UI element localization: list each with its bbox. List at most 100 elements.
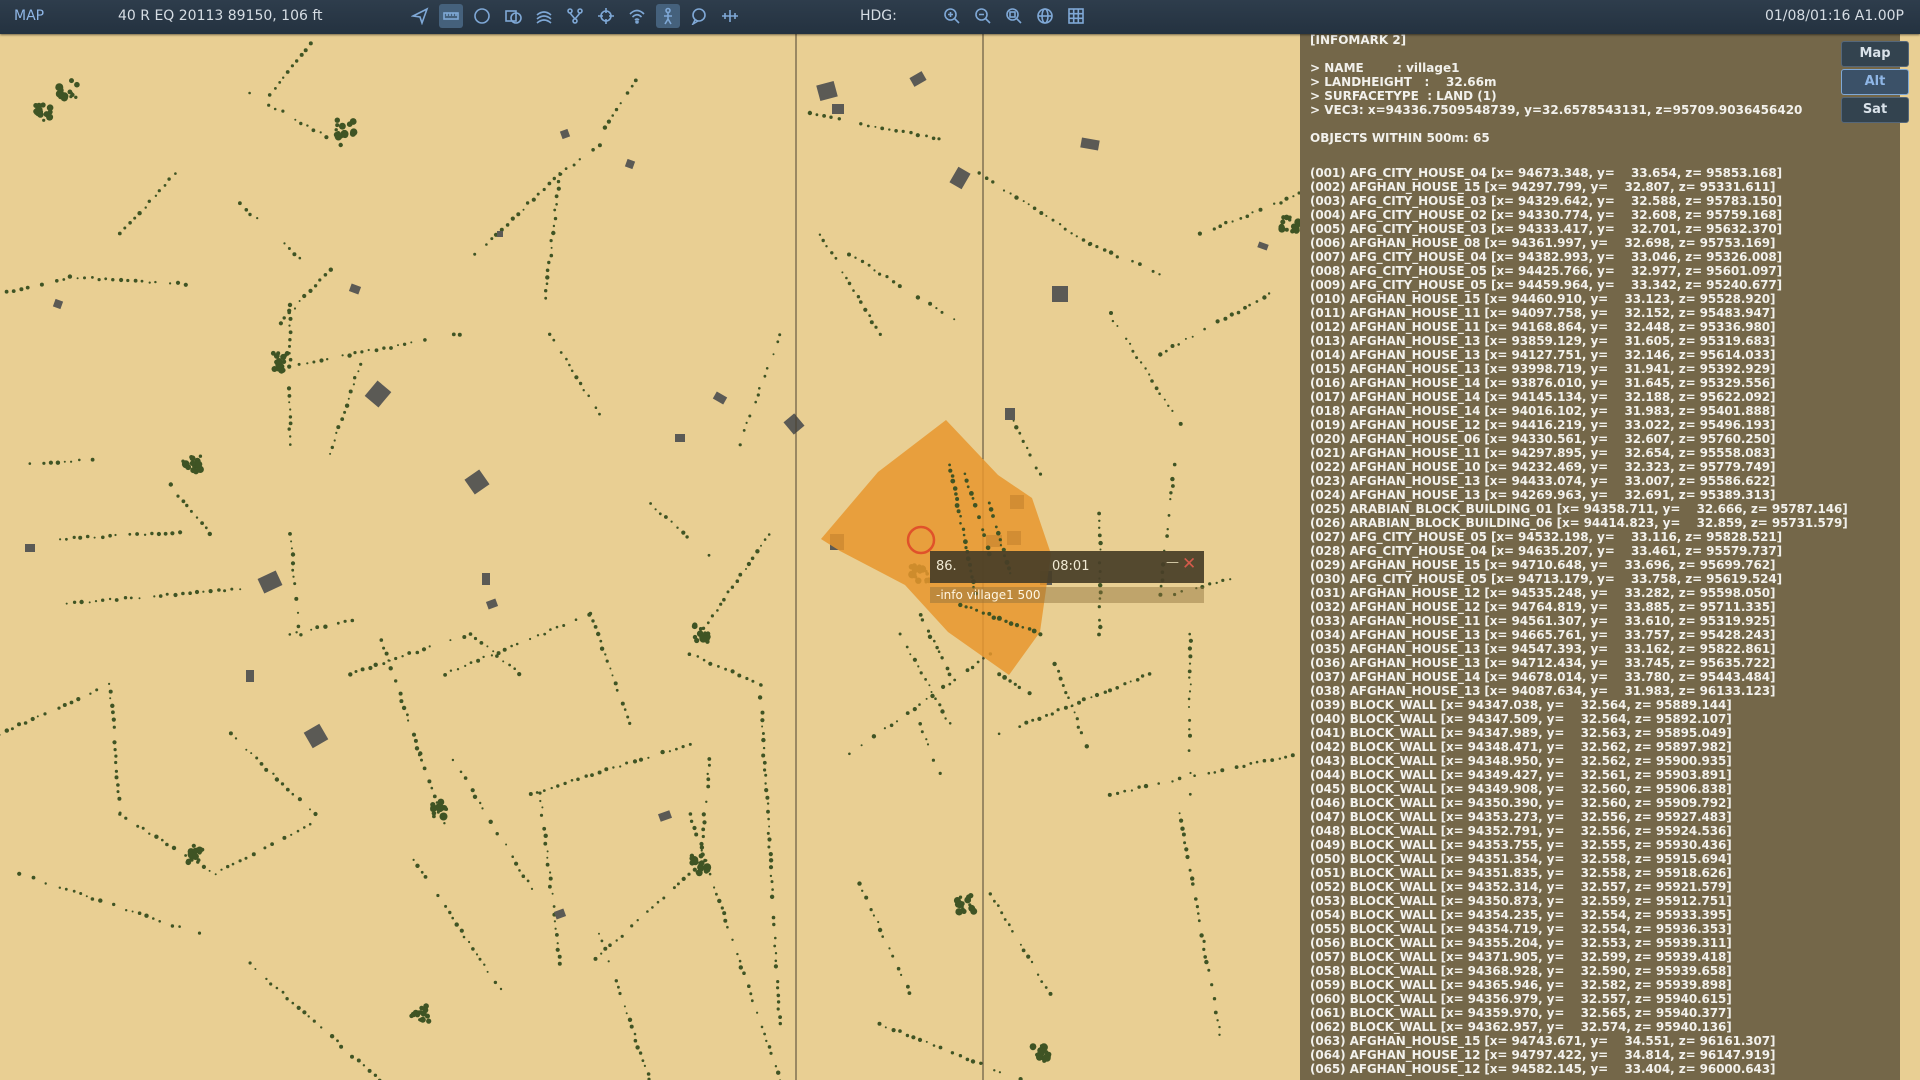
vegetation-dot: [937, 137, 941, 141]
vegetation-dot: [738, 443, 742, 447]
object-list-item: (027) AFG_CITY_HOUSE_05 [x= 94532.198, y…: [1310, 530, 1783, 544]
vegetation-dot: [389, 346, 393, 350]
vegetation-dot: [1130, 789, 1133, 792]
wifi-icon[interactable]: [625, 4, 649, 28]
vegetation-dot: [116, 783, 120, 787]
vegetation-dot: [287, 427, 291, 431]
vegetation-dot: [687, 872, 691, 876]
vegetation-dot: [1115, 686, 1119, 690]
vegetation-dot: [406, 713, 409, 717]
minimize-icon[interactable]: —: [1166, 555, 1179, 570]
tree-cluster: [275, 358, 283, 365]
circle-icon[interactable]: [470, 4, 494, 28]
vegetation-dot: [483, 963, 486, 966]
vegetation-dot: [771, 915, 776, 920]
layer-button-map[interactable]: Map: [1841, 41, 1909, 67]
vegetation-dot: [238, 859, 242, 863]
vegetation-dot: [845, 276, 848, 280]
vegetation-dot: [104, 277, 108, 281]
measure-icon[interactable]: [718, 4, 742, 28]
vegetation-dot: [747, 984, 751, 988]
vegetation-dot: [940, 656, 944, 660]
vegetation-dot: [570, 779, 574, 782]
tree-cluster: [55, 83, 64, 92]
vegetation-dot: [554, 927, 557, 930]
chat-icon[interactable]: [687, 4, 711, 28]
route-icon[interactable]: [563, 4, 587, 28]
lines-icon[interactable]: [532, 4, 556, 28]
vegetation-dot: [518, 869, 521, 872]
tree-cluster: [956, 900, 964, 909]
grid-icon[interactable]: [1064, 4, 1088, 28]
vegetation-dot: [626, 715, 630, 719]
tree-cluster: [349, 118, 357, 125]
vegetation-dot: [1019, 943, 1022, 946]
object-list-item: (060) BLOCK_WALL [x= 94356.979, y= 32.55…: [1310, 992, 1732, 1006]
vegetation-dot: [550, 246, 553, 249]
vegetation-dot: [760, 710, 765, 715]
vegetation-dot: [766, 809, 770, 814]
layer-button-alt[interactable]: Alt: [1841, 69, 1909, 95]
tree-cluster: [342, 132, 349, 139]
vegetation-dot: [1009, 192, 1012, 195]
vegetation-dot: [1248, 303, 1251, 307]
zoom-out-icon[interactable]: [971, 4, 995, 28]
vegetation-dot: [1116, 325, 1119, 327]
vegetation-dot: [137, 911, 142, 915]
vegetation-dot: [72, 889, 76, 893]
vegetation-dot: [582, 389, 585, 392]
ruler-icon[interactable]: [439, 4, 463, 28]
zoom-in-icon[interactable]: [940, 4, 964, 28]
vegetation-dot: [1109, 311, 1113, 315]
vegetation-dot: [402, 342, 407, 346]
vegetation-dot: [568, 363, 571, 367]
vegetation-dot: [1076, 725, 1080, 729]
vegetation-dot: [1187, 646, 1192, 651]
vegetation-dot: [472, 794, 478, 799]
tree-cluster: [334, 128, 338, 132]
objects-list: (001) AFG_CITY_HOUSE_04 [x= 94673.348, y…: [1310, 166, 1848, 1076]
vegetation-dot: [505, 223, 510, 227]
vegetation-dot: [341, 354, 344, 357]
infomark-popup[interactable]: 86. 08:01 — ✕: [930, 551, 1204, 603]
vegetation-dot: [956, 509, 961, 514]
vegetation-dot: [950, 1051, 955, 1055]
vegetation-dot: [1188, 676, 1191, 679]
zoom-fit-icon[interactable]: [1002, 4, 1026, 28]
vegetation-dot: [941, 684, 946, 690]
command-input[interactable]: [930, 587, 1204, 603]
village-area-zone[interactable]: [821, 420, 1051, 675]
object-list-item: (065) AFGHAN_HOUSE_12 [x= 94582.145, y= …: [1310, 1062, 1776, 1076]
vegetation-dot: [154, 280, 157, 284]
vegetation-dot: [432, 794, 437, 799]
vegetation-dot: [963, 539, 968, 545]
vegetation-dot: [308, 41, 313, 46]
vegetation-dot: [722, 911, 727, 916]
vegetation-dot: [1203, 327, 1206, 331]
vegetation-dot: [462, 935, 466, 939]
person-icon[interactable]: [656, 4, 680, 28]
vegetation-dot: [570, 369, 574, 373]
vegetation-dot: [932, 1044, 936, 1047]
layer-button-sat[interactable]: Sat: [1841, 97, 1909, 123]
vegetation-dot: [694, 832, 699, 837]
vegetation-dot: [859, 122, 863, 126]
vegetation-dot: [1067, 696, 1070, 699]
vegetation-dot: [360, 350, 364, 354]
close-icon[interactable]: ✕: [1182, 554, 1196, 574]
vegetation-dot: [985, 545, 991, 551]
objects-header: OBJECTS WITHIN 500m: 65: [1310, 131, 1490, 145]
crosshair-icon[interactable]: [594, 4, 618, 28]
vegetation-dot: [1165, 534, 1169, 538]
vegetation-dot: [731, 938, 734, 941]
vegetation-dot: [282, 316, 286, 320]
vegetation-dot: [308, 288, 313, 293]
vegetation-dot: [822, 114, 826, 118]
layers-globe-icon[interactable]: [501, 4, 525, 28]
send-icon[interactable]: [408, 4, 432, 28]
building: [1005, 408, 1015, 420]
globe-icon[interactable]: [1033, 4, 1057, 28]
vegetation-dot: [94, 600, 98, 603]
vegetation-dot: [336, 1039, 339, 1043]
vegetation-dot: [861, 889, 864, 892]
